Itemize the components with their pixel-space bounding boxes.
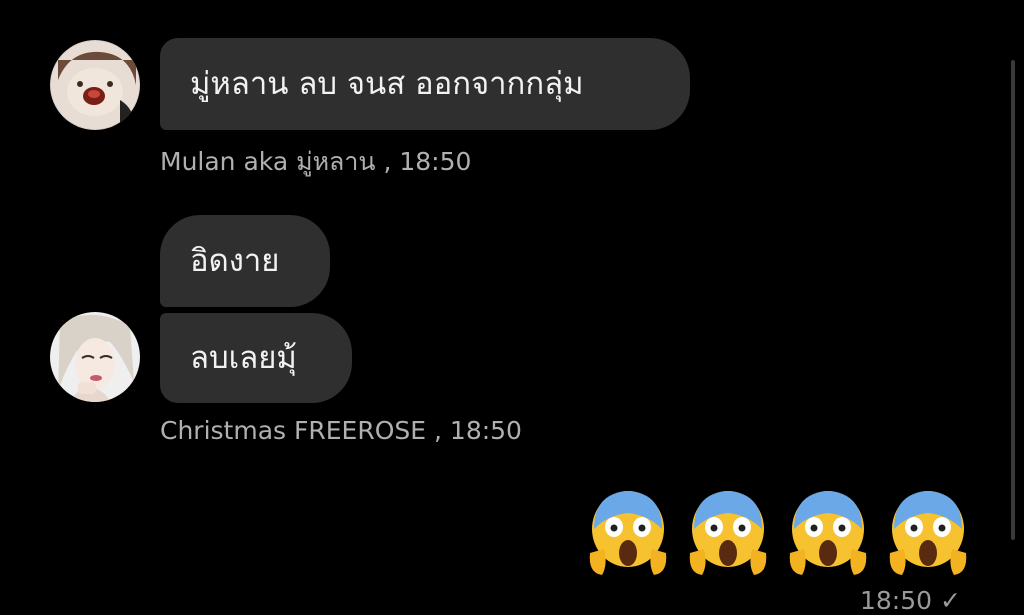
face-screaming-in-fear-icon [589,491,667,575]
message-time: 18:50 [860,586,933,615]
message-meta: Christmas FREEROSE , 18:50 [160,416,522,445]
outgoing-emoji-message[interactable] [588,487,968,577]
avatar-mulan[interactable] [50,40,140,130]
separator: , [383,147,400,176]
check-icon: ✓ [940,586,961,615]
sender-name: Mulan aka มู่หลาน [160,147,376,176]
face-screaming-in-fear-icon [889,491,967,575]
message-time: 18:50 [449,416,522,445]
outgoing-meta: 18:50 ✓ [860,586,961,615]
face-screaming-in-fear-icon [689,491,767,575]
message-bubble[interactable]: มู่หลาน ลบ จนส ออกจากกลุ่ม [160,38,690,130]
message-text: ลบเลยมุ้ [190,339,297,376]
message-text: อิดงาย [190,242,280,279]
avatar-christmas[interactable] [50,312,140,402]
message-meta: Mulan aka มู่หลาน , 18:50 [160,142,471,182]
avatar-mulan-image [50,40,140,130]
avatar-christmas-image [50,312,140,402]
message-bubble[interactable]: อิดงาย [160,215,330,307]
separator: , [434,416,450,445]
scrollbar[interactable] [1011,60,1015,540]
message-text: มู่หลาน ลบ จนส ออกจากกลุ่ม [190,65,584,102]
message-time: 18:50 [399,147,472,176]
message-bubble[interactable]: ลบเลยมุ้ [160,313,352,403]
face-screaming-in-fear-icon [789,491,867,575]
sender-name: Christmas FREEROSE [160,416,427,445]
